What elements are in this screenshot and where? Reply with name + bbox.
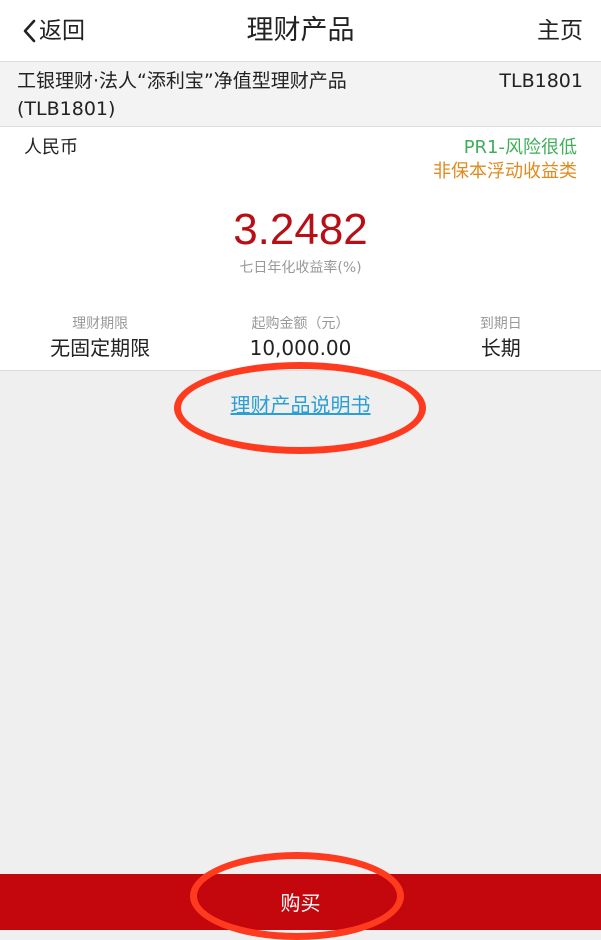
stat-term-value: 无固定期限 [50, 336, 151, 360]
stat-min-amount-label: 起购金额（元） [251, 316, 350, 332]
product-name: 工银理财·法人“添利宝”净值型理财产品(TLB1801) [17, 70, 347, 120]
currency-label: 人民币 [24, 137, 78, 158]
buy-button-label: 购买 [280, 891, 321, 915]
product-stats: 理财期限 无固定期限 起购金额（元） 10,000.00 到期日 长期 [0, 314, 601, 362]
yield-rate-value: 3.2482 [233, 205, 368, 254]
buy-button[interactable]: 购买 [0, 874, 601, 930]
product-info-card: 人民币 PR1-风险很低 非保本浮动收益类 3.2482 七日年化收益率(%) … [0, 127, 601, 371]
stat-maturity-label: 到期日 [479, 316, 522, 332]
stat-maturity-value: 长期 [480, 336, 521, 360]
top-nav-bar: 返回 理财产品 主页 [0, 0, 601, 62]
stat-maturity: 到期日 长期 [401, 314, 601, 362]
home-button[interactable]: 主页 [537, 14, 583, 48]
stat-min-amount: 起购金额（元） 10,000.00 [200, 314, 400, 362]
product-header: 工银理财·法人“添利宝”净值型理财产品(TLB1801) TLB1801 [0, 62, 601, 127]
stat-term: 理财期限 无固定期限 [0, 314, 200, 362]
stat-min-amount-value: 10,000.00 [249, 336, 352, 360]
risk-level-label: PR1-风险很低 [463, 137, 577, 158]
prospectus-link[interactable]: 理财产品说明书 [231, 393, 371, 417]
page-title: 理财产品 [246, 15, 355, 46]
yield-rate-label: 七日年化收益率(%) [239, 260, 362, 276]
prospectus-link-row: 理财产品说明书 [0, 390, 601, 420]
stat-term-label: 理财期限 [72, 316, 129, 332]
product-code: TLB1801 [499, 70, 583, 92]
income-type-label: 非保本浮动收益类 [433, 161, 577, 182]
